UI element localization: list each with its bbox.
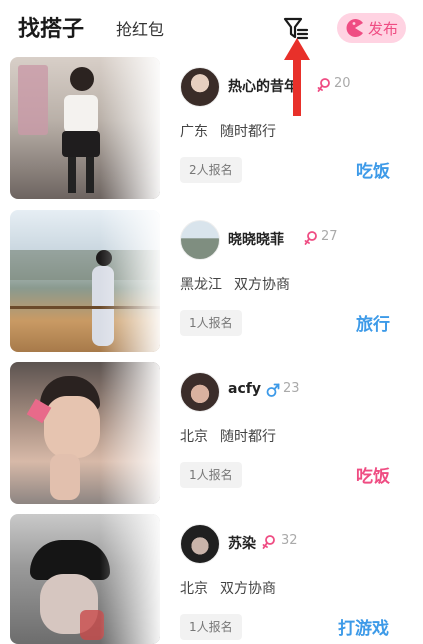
avatar[interactable] — [180, 220, 220, 260]
user-age: 32 — [281, 533, 298, 548]
signup-count: 1人报名 — [180, 462, 242, 488]
post-card[interactable]: 热心的昔年 20 广东 随时都行 2人报名 吃饭 — [10, 57, 423, 199]
arrow-up-icon — [284, 38, 310, 116]
location: 广东 — [180, 124, 208, 140]
tab-red-packet[interactable]: 抢红包 — [116, 16, 164, 40]
tab-find-partner[interactable]: 找搭子 — [18, 11, 84, 43]
avatar[interactable] — [180, 372, 220, 412]
activity-tag: 吃饭 — [356, 162, 390, 182]
post-photo[interactable] — [10, 57, 160, 199]
photo-fade — [100, 514, 160, 644]
availability: 双方协商 — [220, 581, 276, 597]
signup-count: 2人报名 — [180, 157, 242, 183]
user-name: acfy — [228, 381, 261, 397]
activity-tag: 吃饭 — [356, 467, 390, 487]
user-age: 27 — [321, 229, 338, 244]
post-photo[interactable] — [10, 210, 160, 352]
user-name: 苏染 — [228, 536, 256, 552]
activity-tag: 旅行 — [356, 315, 390, 335]
avatar[interactable] — [180, 524, 220, 564]
top-bar: 找搭子 抢红包 发布 — [0, 0, 423, 56]
availability: 随时都行 — [220, 429, 276, 445]
female-icon — [262, 535, 275, 549]
pacman-icon — [346, 19, 363, 37]
male-icon — [266, 383, 280, 397]
signup-count: 1人报名 — [180, 310, 242, 336]
photo-fade — [100, 57, 160, 199]
post-card[interactable]: 晓晓晓菲 27 黑龙江 双方协商 1人报名 旅行 — [10, 210, 423, 352]
female-icon — [317, 78, 330, 92]
user-age: 23 — [283, 381, 300, 396]
publish-label: 发布 — [367, 19, 398, 38]
activity-tag: 打游戏 — [338, 619, 389, 639]
female-icon — [304, 231, 317, 245]
location: 北京 — [180, 429, 208, 445]
post-card[interactable]: 苏染 32 北京 双方协商 1人报名 打游戏 — [10, 514, 423, 644]
avatar[interactable] — [180, 67, 220, 107]
availability: 随时都行 — [220, 124, 276, 140]
post-photo[interactable] — [10, 514, 160, 644]
photo-fade — [100, 362, 160, 504]
publish-button[interactable]: 发布 — [337, 13, 406, 43]
signup-count: 1人报名 — [180, 614, 242, 640]
post-card[interactable]: acfy 23 北京 随时都行 1人报名 吃饭 — [10, 362, 423, 504]
post-photo[interactable] — [10, 362, 160, 504]
photo-fade — [100, 210, 160, 352]
location: 黑龙江 — [180, 277, 222, 293]
location: 北京 — [180, 581, 208, 597]
availability: 双方协商 — [234, 277, 290, 293]
user-age: 20 — [334, 76, 351, 91]
user-name: 晓晓晓菲 — [228, 232, 284, 248]
